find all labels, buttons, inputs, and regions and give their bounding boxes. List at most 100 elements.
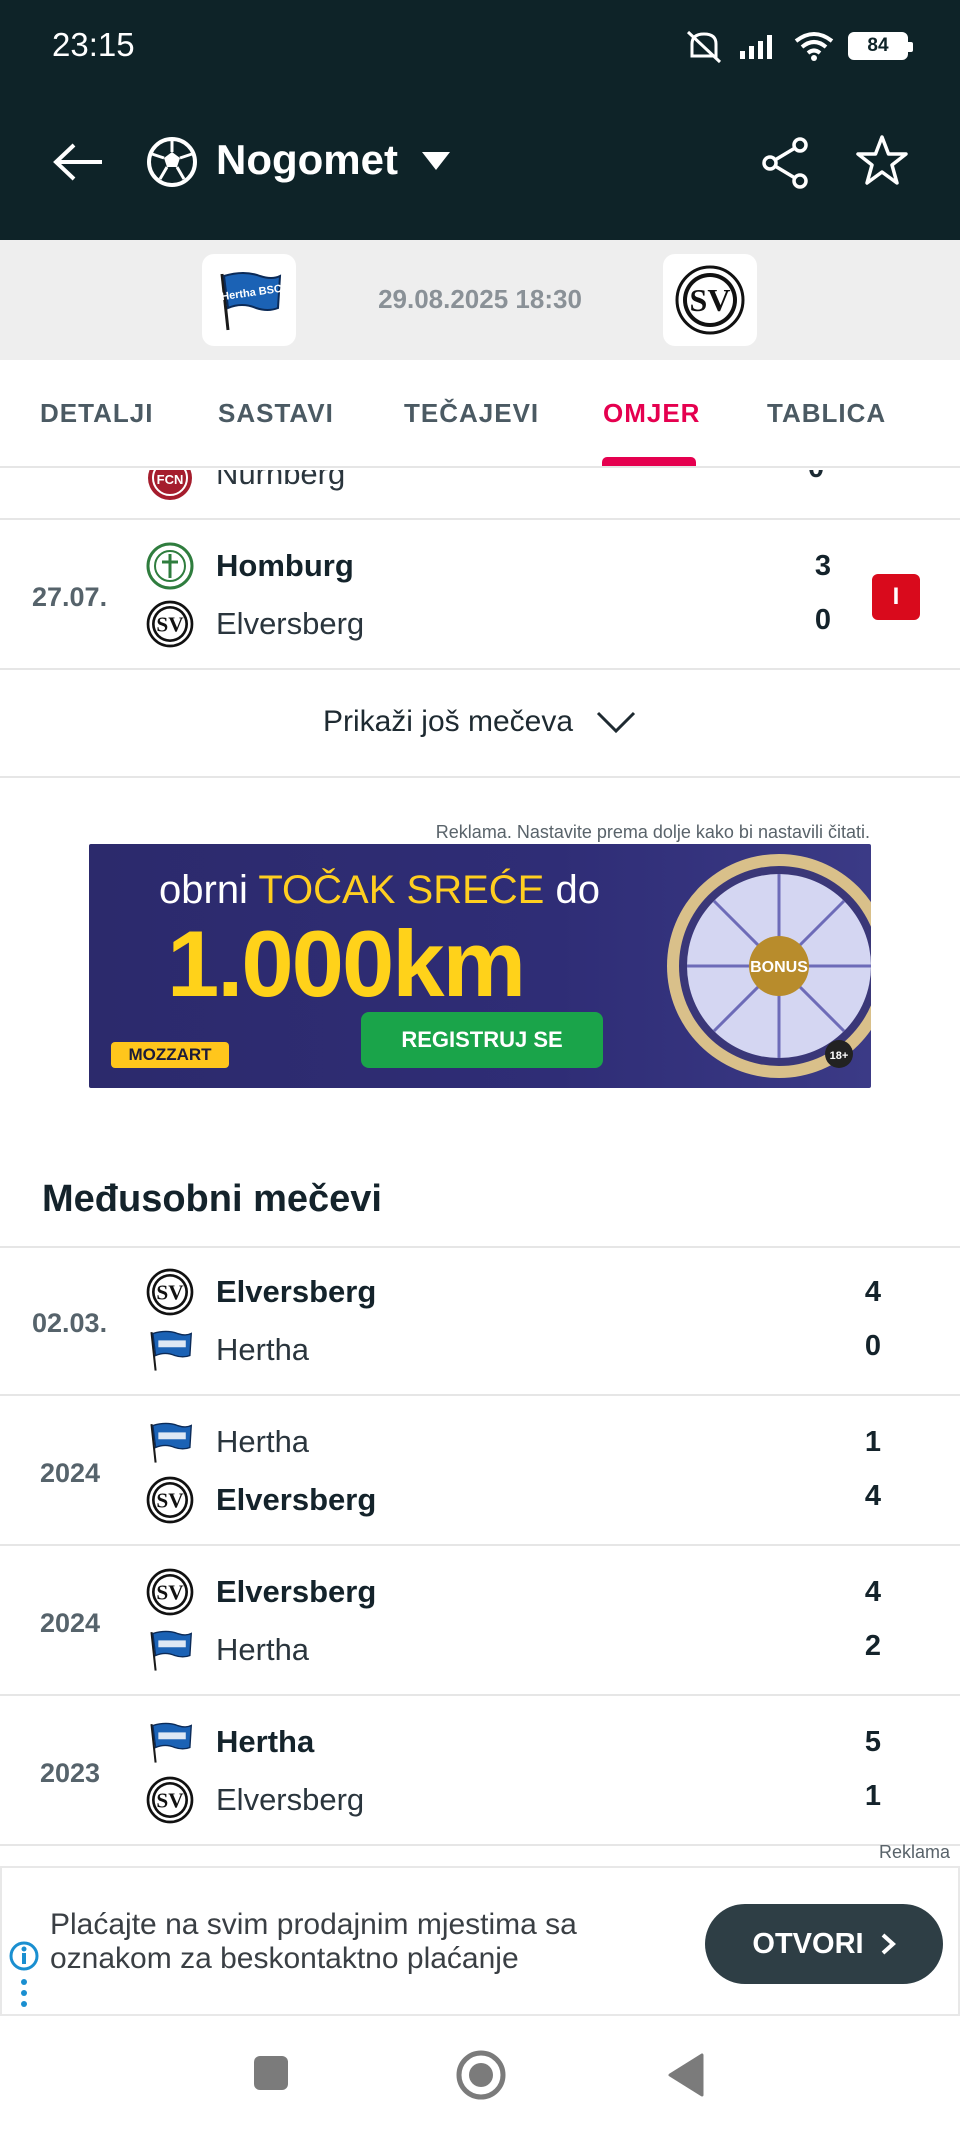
match-header: Hertha BSC 29.08.2025 18:30 SV bbox=[0, 240, 960, 360]
away-team-crest[interactable]: SV bbox=[663, 254, 757, 346]
signal-icon bbox=[740, 35, 772, 59]
score: 0 bbox=[814, 604, 832, 636]
svg-text:18+: 18+ bbox=[830, 1050, 849, 1062]
active-tab-indicator bbox=[602, 457, 696, 466]
match-date: 27.07. bbox=[32, 582, 108, 612]
tab-omjer[interactable]: OMJER bbox=[603, 398, 700, 429]
tab-tablica[interactable]: TABLICA bbox=[767, 398, 886, 429]
mute-vibrate-icon bbox=[686, 30, 722, 64]
score: 5 bbox=[864, 1726, 882, 1758]
score: 1 bbox=[864, 1426, 882, 1458]
hertha-flag-icon bbox=[146, 1326, 194, 1374]
team-name: Hertha bbox=[216, 1724, 315, 1759]
team-name: Hertha bbox=[216, 1332, 310, 1367]
hertha-flag-icon bbox=[146, 1418, 194, 1466]
share-icon[interactable] bbox=[760, 136, 810, 190]
score: 4 bbox=[864, 1276, 882, 1308]
ad-register-button[interactable]: REGISTRUJ SE bbox=[361, 1012, 603, 1068]
svg-text:SV: SV bbox=[156, 1280, 184, 1304]
elversberg-logo-icon: SV bbox=[146, 600, 194, 648]
tab-bar: DETALJI SASTAVI TEČAJEVI OMJER TABLICA bbox=[0, 360, 960, 468]
match-date: 02.03. bbox=[32, 1308, 108, 1338]
back-button[interactable] bbox=[52, 138, 108, 186]
status-icons: 84 bbox=[684, 28, 913, 64]
open-button[interactable]: OTVORI bbox=[705, 1904, 943, 1984]
tab-tecajevi[interactable]: TEČAJEVI bbox=[404, 398, 539, 429]
svg-text:SV: SV bbox=[156, 612, 184, 636]
ad-amount: 1.000km bbox=[167, 911, 526, 1016]
show-more-button[interactable]: Prikaži još mečeva bbox=[0, 668, 960, 778]
svg-text:BONUS: BONUS bbox=[750, 959, 808, 976]
chevron-down-icon[interactable] bbox=[420, 150, 452, 172]
homburg-logo-icon bbox=[146, 542, 194, 590]
wifi-icon bbox=[794, 32, 834, 61]
score: 3 bbox=[814, 550, 832, 582]
chevron-down-icon bbox=[596, 711, 636, 734]
svg-text:SV: SV bbox=[156, 1788, 184, 1812]
arrow-left-icon bbox=[53, 143, 102, 181]
back-triangle-icon[interactable] bbox=[666, 2052, 706, 2098]
result-badge: I bbox=[872, 574, 920, 620]
tab-detalji[interactable]: DETALJI bbox=[40, 398, 153, 429]
section-title: Međusobni mečevi bbox=[42, 1178, 382, 1220]
elversberg-logo-icon: SV bbox=[146, 1476, 194, 1524]
team-name: Homburg bbox=[216, 548, 354, 583]
home-button-icon[interactable] bbox=[456, 2050, 506, 2100]
hertha-flag-icon: Hertha BSC bbox=[220, 272, 283, 331]
team-name: Hertha bbox=[216, 1424, 310, 1459]
info-icon[interactable] bbox=[8, 1940, 42, 2012]
hertha-flag-icon bbox=[146, 1718, 194, 1766]
match-date: 2024 bbox=[40, 1458, 101, 1488]
ad-banner[interactable]: obrni TOČAK SREĆE do 1.000km REGISTRUJ S… bbox=[89, 844, 871, 1088]
team-name: Nürnberg bbox=[216, 470, 346, 491]
ad-label: Reklama bbox=[878, 1842, 950, 1862]
team-name: Elversberg bbox=[216, 1782, 365, 1817]
match-date-time: 29.08.2025 18:30 bbox=[378, 284, 582, 314]
score: 0 bbox=[808, 470, 824, 485]
fortune-wheel-icon: BONUS 18+ bbox=[667, 854, 871, 1078]
elversberg-logo-icon: SV bbox=[146, 1776, 194, 1824]
football-icon bbox=[147, 137, 197, 187]
team-name: Elversberg bbox=[216, 1482, 377, 1517]
elversberg-crest-icon: SV bbox=[675, 265, 745, 335]
ad-label: Reklama. Nastavite prema dolje kako bi n… bbox=[435, 822, 870, 842]
score: 0 bbox=[864, 1330, 882, 1362]
bottom-ad-banner[interactable]: Plaćajte na svim prodajnim mjestima sa o… bbox=[0, 1866, 960, 2016]
battery-indicator: 84 bbox=[848, 32, 913, 60]
content-area[interactable]: FCN Nürnberg 0 27.07. Homburg SV Elversb… bbox=[0, 470, 960, 1870]
svg-text:FCN: FCN bbox=[157, 472, 184, 487]
team-name: Elversberg bbox=[216, 1574, 377, 1609]
show-more-label: Prikaži još mečeva bbox=[322, 705, 574, 738]
h2h-row[interactable]: 2024 SV Elversberg Hertha 4 2 bbox=[0, 1548, 960, 1696]
match-date: 2024 bbox=[40, 1608, 101, 1638]
list-item[interactable]: FCN Nürnberg 0 bbox=[0, 470, 960, 520]
home-team-crest[interactable]: Hertha BSC bbox=[202, 254, 296, 346]
chevron-right-icon bbox=[881, 1933, 896, 1955]
score: 4 bbox=[864, 1480, 882, 1512]
h2h-row[interactable]: 02.03. SV Elversberg Hertha 4 0 bbox=[0, 1248, 960, 1396]
svg-text:SV: SV bbox=[156, 1488, 184, 1512]
tab-sastavi[interactable]: SASTAVI bbox=[218, 398, 334, 429]
match-row[interactable]: 27.07. Homburg SV Elversberg 3 0 I bbox=[0, 522, 960, 670]
h2h-row[interactable]: 2024 Hertha SV Elversberg 1 4 bbox=[0, 1398, 960, 1546]
system-nav-bar bbox=[0, 2016, 960, 2133]
elversberg-logo-icon: SV bbox=[146, 1268, 194, 1316]
match-date: 2023 bbox=[40, 1758, 101, 1788]
recents-button[interactable] bbox=[254, 2056, 288, 2090]
ad-headline: obrni TOČAK SREĆE do bbox=[159, 868, 600, 912]
elversberg-logo-icon: SV bbox=[146, 1568, 194, 1616]
h2h-row[interactable]: 2023 Hertha SV Elversberg 5 1 bbox=[0, 1698, 960, 1846]
sport-title[interactable]: Nogomet bbox=[216, 136, 398, 184]
score: 2 bbox=[864, 1630, 882, 1662]
status-time: 23:15 bbox=[52, 26, 135, 63]
ad-text: Plaćajte na svim prodajnim mjestima sa o… bbox=[50, 1908, 577, 1975]
nurnberg-logo-icon: FCN bbox=[146, 470, 194, 507]
app-header: 23:15 84 Nogomet bbox=[0, 0, 960, 240]
ad-brand-logo: MOZZART bbox=[111, 1042, 229, 1068]
hertha-flag-icon bbox=[146, 1626, 194, 1674]
score: 4 bbox=[864, 1576, 882, 1608]
team-name: Hertha bbox=[216, 1632, 310, 1667]
team-name: Elversberg bbox=[216, 606, 365, 641]
score: 1 bbox=[864, 1780, 882, 1812]
star-icon[interactable] bbox=[855, 134, 909, 188]
